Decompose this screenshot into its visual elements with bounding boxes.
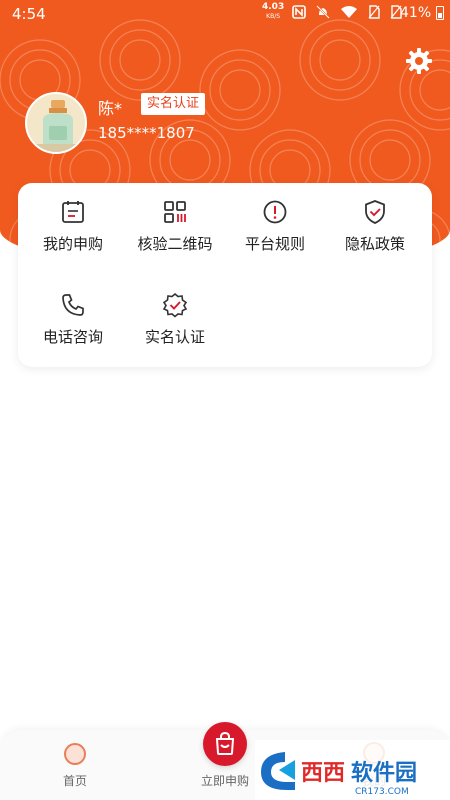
network-speed: 4.03 KB/S [262, 3, 284, 21]
mute-bell-icon [316, 5, 330, 19]
nav-home[interactable]: 首页 [30, 730, 120, 800]
home-icon [64, 743, 86, 765]
avatar[interactable] [25, 92, 87, 154]
menu-item-label: 平台规则 [244, 235, 305, 253]
network-speed-value: 4.03 [262, 2, 285, 12]
sim-no-signal-icon [368, 5, 380, 19]
menu-item-label: 隐私政策 [344, 235, 405, 253]
menu-item-label: 电话咨询 [42, 328, 103, 346]
menu-item-privacy-policy[interactable]: 隐私政策 [325, 183, 425, 253]
calendar-icon [62, 201, 84, 223]
menu-card: 我的申购 核验二维码 平台规则 隐私政策 电话咨询 实名认证 [18, 183, 432, 367]
svg-text:CR173.COM: CR173.COM [355, 787, 409, 797]
shield-check-icon [365, 200, 385, 224]
purchase-center-button[interactable] [203, 722, 247, 766]
menu-item-label: 实名认证 [144, 328, 205, 346]
watermark-logo: 西西 软件园 CR173.COM [255, 740, 450, 800]
exclamation-icon [263, 200, 287, 224]
gear-icon [406, 48, 432, 74]
status-icons [292, 5, 402, 19]
user-phone: 185****1807 [98, 124, 195, 142]
menu-item-platform-rules[interactable]: 平台规则 [225, 183, 325, 253]
menu-item-label: 我的申购 [42, 235, 103, 253]
phone-icon [62, 294, 84, 316]
wifi-icon [341, 6, 357, 18]
network-speed-unit: KB/S [266, 13, 281, 20]
qr-code-icon [164, 201, 186, 223]
status-time: 4:54 [12, 5, 46, 23]
svg-text:西西: 西西 [301, 761, 345, 786]
menu-item-real-name-verify[interactable]: 实名认证 [125, 276, 225, 346]
battery-percent: 41% [400, 5, 432, 21]
menu-item-label: 核验二维码 [137, 235, 213, 253]
status-bar: 4:54 4.03 KB/S 41% [0, 0, 450, 28]
nfc-icon [292, 5, 306, 19]
menu-item-verify-qr[interactable]: 核验二维码 [125, 183, 225, 253]
verified-badge[interactable]: 实名认证 [141, 93, 206, 115]
watermark: 西西 软件园 CR173.COM [255, 740, 450, 800]
nav-label: 首页 [62, 774, 87, 788]
settings-button[interactable] [405, 47, 433, 75]
user-name: 陈* [98, 99, 123, 118]
shopping-bag-icon [215, 731, 235, 755]
svg-text:软件园: 软件园 [351, 760, 417, 786]
verified-badge-icon [162, 292, 188, 318]
menu-item-my-purchase[interactable]: 我的申购 [23, 183, 123, 253]
menu-item-phone-consult[interactable]: 电话咨询 [23, 276, 123, 346]
battery-icon [436, 6, 444, 20]
